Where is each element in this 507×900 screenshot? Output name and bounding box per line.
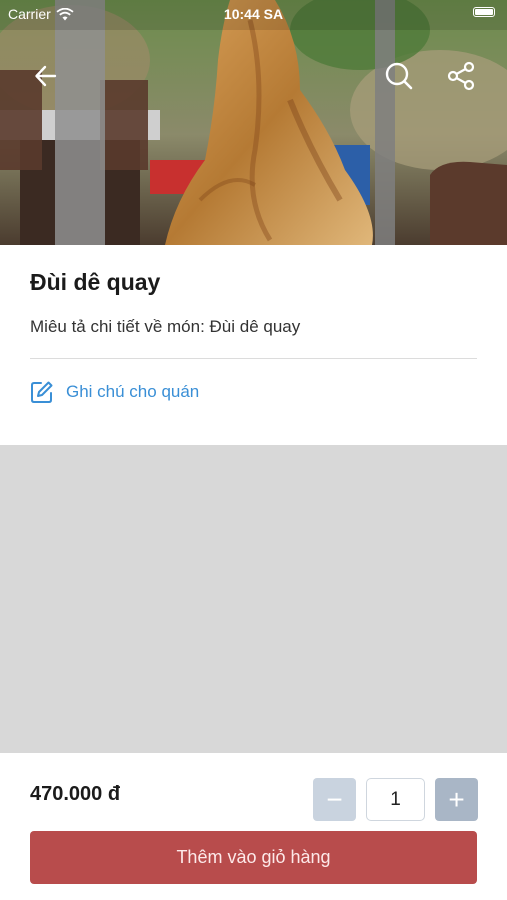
note-to-restaurant-link[interactable]: Ghi chú cho quán xyxy=(30,380,199,404)
quantity-stepper: − 1 + xyxy=(313,778,478,821)
order-bar: 470.000 đ − 1 + Thêm vào giỏ hàng xyxy=(0,753,507,900)
price-label: 470.000 đ xyxy=(30,783,121,805)
increase-quantity-button[interactable]: + xyxy=(435,778,478,821)
add-to-cart-button[interactable]: Thêm vào giỏ hàng xyxy=(30,831,477,884)
back-button[interactable] xyxy=(28,58,64,94)
edit-icon xyxy=(31,381,53,403)
status-bar: Carrier 10:44 SA xyxy=(0,0,507,28)
dish-description: Miêu tả chi tiết về món: Đùi dê quay xyxy=(30,317,301,336)
battery-icon xyxy=(473,7,495,17)
share-button[interactable] xyxy=(443,58,479,94)
search-button[interactable] xyxy=(381,58,417,94)
search-icon xyxy=(385,62,413,90)
quantity-value[interactable]: 1 xyxy=(366,778,425,821)
arrow-left-icon xyxy=(35,65,57,87)
dish-title: Đùi dê quay xyxy=(30,269,161,295)
note-link-label: Ghi chú cho quán xyxy=(66,382,200,401)
decrease-quantity-button[interactable]: − xyxy=(313,778,356,821)
dish-hero-image xyxy=(0,0,507,245)
dish-photo xyxy=(0,0,507,245)
screen: Carrier 10:44 SA Đùi dê quay Miêu tả chi… xyxy=(0,0,507,900)
share-icon xyxy=(447,61,475,91)
dish-details: Đùi dê quay Miêu tả chi tiết về món: Đùi… xyxy=(0,245,507,445)
status-time: 10:44 SA xyxy=(223,6,284,22)
divider xyxy=(30,358,477,359)
